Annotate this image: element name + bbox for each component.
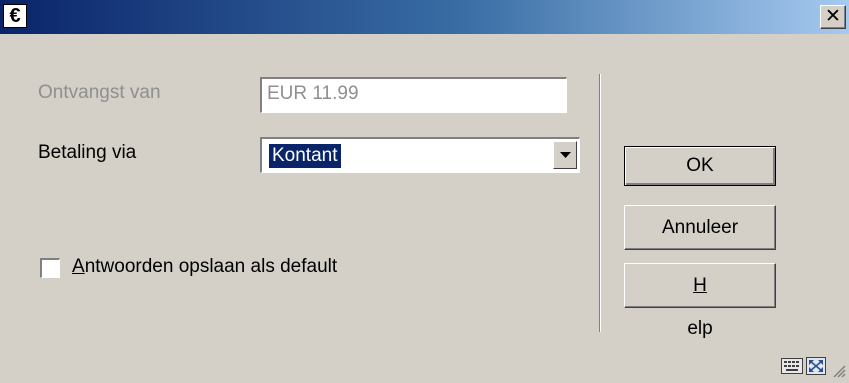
resize-grip-icon[interactable] [832, 364, 846, 378]
received-label: Ontvangst van [38, 82, 161, 103]
ok-button-label: OK [686, 155, 714, 176]
euro-icon: € [3, 4, 27, 28]
dropdown-button[interactable] [553, 141, 577, 169]
chevron-down-icon [560, 152, 571, 158]
payment-label: Betaling via [38, 142, 137, 163]
save-defaults-label[interactable]: Antwoorden opslaan als default [72, 256, 337, 278]
ok-button[interactable]: OK [624, 146, 776, 186]
vertical-divider [599, 74, 601, 332]
payment-method-value: Kontant [268, 143, 342, 169]
fullscreen-icon[interactable] [806, 357, 826, 375]
cancel-button-label: Annuleer [661, 217, 739, 238]
cancel-button[interactable]: Annuleer [624, 205, 776, 250]
title-bar: € ✕ [0, 0, 849, 34]
save-defaults-checkbox[interactable] [40, 258, 60, 278]
save-defaults-label-text: ntwoorden opslaan als default [84, 256, 338, 277]
received-amount-field: EUR 11.99 [260, 77, 567, 113]
payment-method-select[interactable]: Kontant [260, 137, 580, 173]
received-amount-value: EUR 11.99 [267, 83, 359, 104]
keyboard-icon[interactable] [781, 358, 803, 374]
help-button[interactable]: Help [624, 263, 776, 339]
help-button-label: Help [687, 275, 713, 339]
close-button[interactable]: ✕ [820, 5, 846, 29]
save-defaults-mnemonic: A [72, 256, 85, 277]
